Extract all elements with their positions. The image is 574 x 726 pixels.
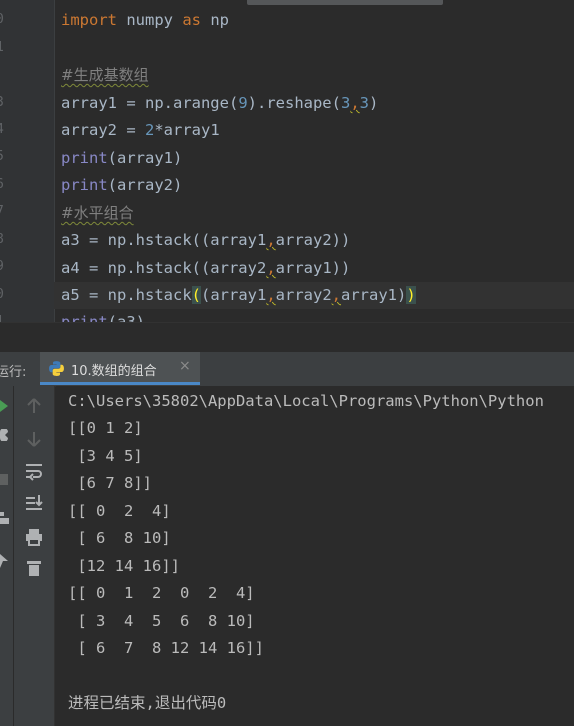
builtin: print bbox=[61, 149, 108, 167]
number: 3 bbox=[359, 94, 370, 112]
console-line: C:\Users\35802\AppData\Local\Programs\Py… bbox=[68, 392, 544, 410]
comma-warning: , bbox=[331, 286, 342, 304]
code-line-print-array1[interactable]: print(array1) bbox=[61, 145, 182, 172]
console-line: [[ 0 1 2 0 2 4] bbox=[68, 584, 255, 602]
comma-warning: , bbox=[350, 94, 360, 112]
code-line-array1[interactable]: array1 = np.arange(9).reshape(3,3) bbox=[61, 90, 378, 117]
code-token: (array1) bbox=[107, 149, 183, 167]
close-icon[interactable]: × bbox=[179, 358, 191, 374]
layout-icon[interactable] bbox=[0, 512, 9, 524]
comma-warning: , bbox=[266, 259, 276, 277]
code-token: ).reshape( bbox=[247, 94, 341, 112]
code-line-comment[interactable]: #水平组合 bbox=[61, 200, 134, 227]
console-line: [ 6 7 8 12 14 16]] bbox=[68, 639, 264, 657]
panel-divider[interactable] bbox=[0, 322, 574, 353]
code-token: *array1 bbox=[154, 121, 220, 139]
console-output[interactable]: C:\Users\35802\AppData\Local\Programs\Py… bbox=[56, 386, 574, 726]
console-line: [3 4 5] bbox=[68, 447, 143, 465]
line-number: 0 bbox=[0, 6, 10, 33]
line-number: 8 bbox=[0, 226, 10, 253]
line-number: 7 bbox=[0, 198, 10, 225]
code-token: array1 = np.arange( bbox=[61, 94, 239, 112]
run-tab-bar: 运行: 10.数组的组合 × bbox=[0, 352, 574, 387]
code-line-comment[interactable]: #生成基数组 bbox=[61, 62, 149, 89]
code-token: (array1 bbox=[201, 286, 267, 304]
line-number-gutter: 0 1 3 4 5 6 7 8 9 0 1 bbox=[0, 0, 55, 322]
comma-warning: , bbox=[266, 286, 276, 304]
console-line: [[ 0 2 4] bbox=[68, 502, 171, 520]
stop-icon[interactable] bbox=[0, 474, 8, 485]
code-token: ) bbox=[369, 94, 379, 112]
builtin: print bbox=[61, 176, 108, 194]
code-token: array1)) bbox=[275, 259, 351, 277]
code-token: a3 = np.hstack((array1 bbox=[61, 231, 267, 249]
trash-icon[interactable] bbox=[24, 558, 44, 578]
console-line: [ 6 8 10] bbox=[68, 529, 171, 547]
line-number: 3 bbox=[0, 89, 10, 116]
up-arrow-icon[interactable] bbox=[24, 396, 44, 416]
console-line: [[0 1 2] bbox=[68, 419, 143, 437]
soft-wrap-icon[interactable] bbox=[24, 461, 44, 481]
process-exit-message: 进程已结束,退出代码0 bbox=[68, 694, 227, 712]
line-number: 9 bbox=[0, 253, 10, 280]
code-editor[interactable]: 0 1 3 4 5 6 7 8 9 0 1 import numpy as np… bbox=[0, 0, 574, 322]
run-actions-strip bbox=[0, 386, 14, 726]
line-number: 5 bbox=[0, 143, 10, 170]
console-toolbar bbox=[14, 386, 55, 726]
code-line-array2[interactable]: array2 = 2*array1 bbox=[61, 117, 220, 144]
console-line: [ 3 4 5 6 8 10] bbox=[68, 612, 255, 630]
bracket-match: ( bbox=[191, 286, 201, 304]
line-number: 1 bbox=[0, 34, 10, 61]
number: 3 bbox=[340, 94, 351, 112]
run-config-tab[interactable]: 10.数组的组合 × bbox=[40, 352, 200, 385]
line-number: 1 bbox=[0, 308, 10, 322]
python-icon bbox=[49, 361, 64, 376]
code-token: a5 = np.hstack bbox=[61, 286, 192, 304]
code-line-import[interactable]: import numpy as np bbox=[61, 7, 229, 34]
code-token: numpy bbox=[117, 11, 183, 29]
code-token: array2 bbox=[275, 286, 332, 304]
code-token: a4 = np.hstack((array2 bbox=[61, 259, 267, 277]
console-line: [6 7 8]] bbox=[68, 474, 152, 492]
keyword: import bbox=[61, 11, 117, 29]
code-token: (a3) bbox=[107, 313, 145, 322]
code-line-a3[interactable]: a3 = np.hstack((array1,array2)) bbox=[61, 227, 350, 254]
code-token: array2 = bbox=[61, 121, 145, 139]
comment: #水平组合 bbox=[61, 204, 134, 222]
code-token: array1) bbox=[341, 286, 407, 304]
code-line-print-array2[interactable]: print(array2) bbox=[61, 172, 182, 199]
wrench-icon[interactable] bbox=[0, 429, 10, 441]
line-number: 6 bbox=[0, 171, 10, 198]
number: 9 bbox=[238, 94, 248, 112]
code-line-print-a3[interactable]: print(a3) bbox=[61, 309, 145, 322]
print-icon[interactable] bbox=[24, 527, 44, 547]
run-window-label: 运行: bbox=[0, 365, 27, 380]
run-tab-label: 10.数组的组合 bbox=[71, 364, 157, 379]
line-number: 0 bbox=[0, 281, 10, 308]
code-token: array2)) bbox=[275, 231, 351, 249]
number: 2 bbox=[145, 121, 155, 139]
code-line-a5[interactable]: a5 = np.hstack((array1,array2,array1)) bbox=[61, 282, 416, 309]
code-line-a4[interactable]: a4 = np.hstack((array2,array1)) bbox=[61, 255, 350, 282]
comment: #生成基数组 bbox=[61, 66, 149, 84]
horizontal-scrollbar[interactable] bbox=[247, 0, 443, 5]
down-arrow-icon[interactable] bbox=[24, 429, 44, 449]
line-number: 4 bbox=[0, 116, 10, 143]
console-line: [12 14 16]] bbox=[68, 557, 180, 575]
run-icon[interactable] bbox=[0, 400, 8, 412]
bracket-match: ) bbox=[406, 286, 416, 304]
keyword: as bbox=[182, 11, 201, 29]
comma-warning: , bbox=[266, 231, 276, 249]
builtin: print bbox=[61, 313, 108, 322]
code-token: (array2) bbox=[107, 176, 183, 194]
pin-icon[interactable] bbox=[0, 554, 9, 568]
code-token: np bbox=[201, 11, 229, 29]
scroll-to-end-icon[interactable] bbox=[24, 492, 44, 512]
